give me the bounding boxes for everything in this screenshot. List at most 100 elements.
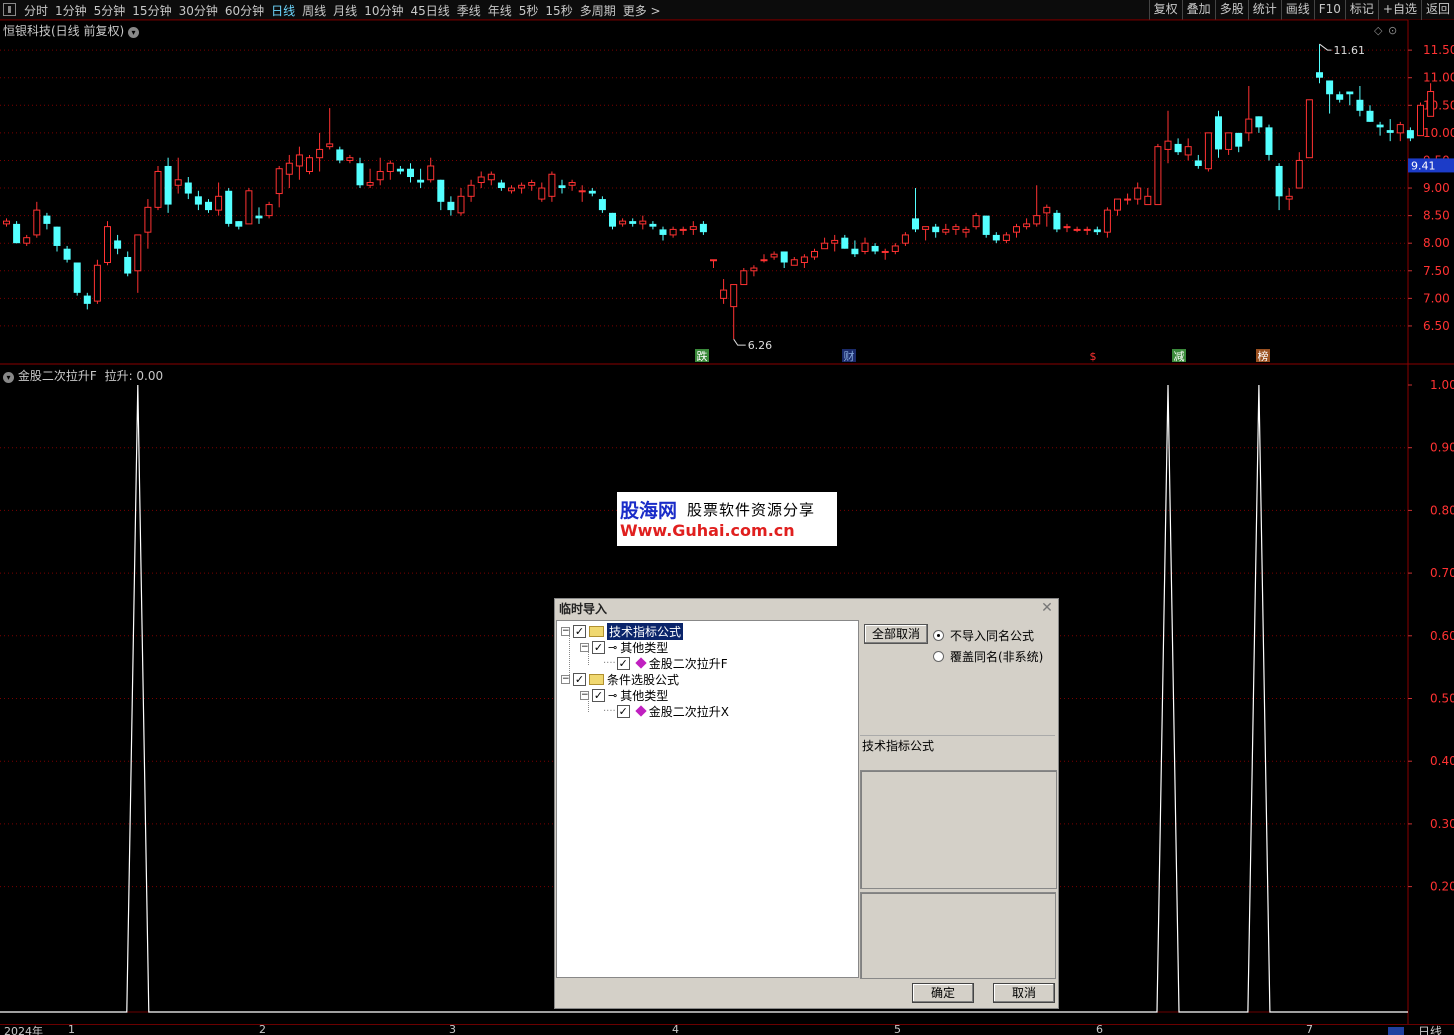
candle-body <box>124 256 132 274</box>
watermark-url: Www.Guhai.com.cn <box>620 521 795 540</box>
candle-body <box>831 239 839 244</box>
candle-body <box>982 215 990 235</box>
cancel-all-button[interactable]: 全部取消 <box>864 624 928 644</box>
tree-node-formula-x[interactable]: ···· ✓ 金股二次拉升X <box>603 703 729 719</box>
radio-selected-icon[interactable] <box>933 630 944 641</box>
radio-skip-same-name[interactable]: 不导入同名公式 <box>933 627 1034 644</box>
collapse-icon[interactable]: − <box>561 626 570 636</box>
candle-body <box>23 237 31 244</box>
candle-body <box>33 209 41 236</box>
candle-body <box>104 226 111 264</box>
candle-body <box>417 179 425 183</box>
candle-body <box>528 182 536 186</box>
candle-body <box>598 199 606 211</box>
candle-body <box>609 212 616 227</box>
current-price-label: 9.41 <box>1411 159 1436 172</box>
candle-body <box>366 182 374 186</box>
high-pointer <box>1319 43 1332 51</box>
candle-body <box>780 251 788 263</box>
collapse-icon[interactable]: − <box>580 690 589 700</box>
candle-body <box>356 163 364 186</box>
candle-body <box>336 149 344 161</box>
candle-body <box>699 223 707 233</box>
watermark-slogan: 股票软件资源分享 <box>687 501 816 519</box>
price-tick-label: 9.00 <box>1423 181 1450 195</box>
candle-body <box>1144 195 1152 206</box>
candle-body <box>750 267 758 272</box>
candle-body <box>639 220 647 225</box>
period-label: 日线 <box>1418 1025 1443 1035</box>
price-tick-label: 11.00 <box>1423 71 1454 85</box>
indicator-tick-label: 0.20 <box>1430 880 1454 894</box>
indicator-tick-label: 0.40 <box>1430 754 1454 768</box>
candle-body <box>1386 130 1394 133</box>
date-axis <box>0 1024 1454 1035</box>
cancel-button[interactable]: 取消 <box>993 983 1055 1003</box>
tree-node-formula-f[interactable]: ···· ✓ 金股二次拉升F <box>603 655 728 671</box>
candle-body <box>265 204 273 217</box>
candle-body <box>1255 116 1263 128</box>
formula-tree[interactable]: − ✓ 技术指标公式 − ✓ ⊸ 其他类型 ···· ✓ 金股二次拉升F − ✓… <box>556 620 859 978</box>
candle-body <box>548 173 556 197</box>
collapse-icon[interactable]: − <box>580 642 589 652</box>
settings-icon: ⊙ <box>1388 24 1397 37</box>
formula-icon <box>635 657 647 669</box>
diamond-icon: ◇ <box>1374 24 1383 37</box>
radio-label: 覆盖同名(非系统) <box>950 650 1044 664</box>
candle-body <box>1376 124 1384 128</box>
candle-body <box>1417 104 1424 137</box>
price-tick-label: 7.00 <box>1423 291 1450 305</box>
event-marker: 跌 <box>697 349 708 363</box>
price-tick-label: 6.50 <box>1423 319 1450 333</box>
tree-node-label: 其他类型 <box>620 640 669 655</box>
candle-body <box>922 226 930 230</box>
radio-overwrite-same-name[interactable]: 覆盖同名(非系统) <box>933 648 1043 665</box>
radio-unselected-icon[interactable] <box>933 651 944 662</box>
candle-body <box>861 242 869 252</box>
tree-node-screener[interactable]: − ✓ 条件选股公式 <box>561 671 679 687</box>
checkbox-checked-icon[interactable]: ✓ <box>616 656 630 670</box>
tree-node-screener-other[interactable]: − ✓ ⊸ 其他类型 <box>580 687 668 703</box>
tree-node-indicators[interactable]: − ✓ 技术指标公式 <box>561 622 684 640</box>
scroll-thumb[interactable] <box>1388 1027 1404 1035</box>
formula-description-box[interactable] <box>860 770 1057 889</box>
candle-body <box>225 190 233 224</box>
candle-body <box>13 223 21 244</box>
ok-button[interactable]: 确定 <box>912 983 974 1003</box>
month-label: 2 <box>259 1023 266 1035</box>
checkbox-checked-icon[interactable]: ✓ <box>592 688 605 702</box>
indicator-tick-label: 0.60 <box>1430 629 1454 643</box>
tree-node-indicators-other[interactable]: − ✓ ⊸ 其他类型 <box>580 639 668 655</box>
checkbox-checked-icon[interactable]: ✓ <box>616 704 630 718</box>
price-tick-label: 8.00 <box>1423 236 1450 250</box>
close-icon[interactable]: ✕ <box>1040 601 1054 615</box>
checkbox-checked-icon[interactable]: ✓ <box>592 640 605 654</box>
candle-body <box>851 248 859 255</box>
candle-body <box>1396 124 1404 134</box>
candle-body <box>1124 198 1132 201</box>
candle-body <box>3 220 10 225</box>
formula-params-box[interactable] <box>860 892 1056 979</box>
candle-body <box>215 195 223 211</box>
candle-body <box>578 190 586 193</box>
candle-body <box>972 215 980 228</box>
low-pointer <box>733 338 746 346</box>
tree-node-label: 技术指标公式 <box>607 622 684 640</box>
checkbox-checked-icon[interactable]: ✓ <box>573 672 586 686</box>
candle-body <box>619 220 627 225</box>
collapse-icon[interactable]: − <box>561 674 570 684</box>
candle-body <box>1002 234 1010 241</box>
candle-body <box>881 250 889 253</box>
candle-body <box>316 148 324 159</box>
chevron-down-icon[interactable]: ▾ <box>3 372 14 383</box>
checkbox-checked-icon[interactable]: ✓ <box>573 624 586 638</box>
candle-body <box>1164 140 1172 150</box>
indicator-tick-label: 0.90 <box>1430 441 1454 455</box>
tree-node-label: 条件选股公式 <box>607 672 680 687</box>
month-label: 4 <box>672 1023 679 1035</box>
candle-body <box>992 234 1000 241</box>
candle-body <box>629 221 637 224</box>
chevron-down-icon[interactable]: ▾ <box>128 27 140 38</box>
candle-body <box>1063 226 1071 229</box>
tree-node-label: 金股二次拉升F <box>648 656 728 671</box>
